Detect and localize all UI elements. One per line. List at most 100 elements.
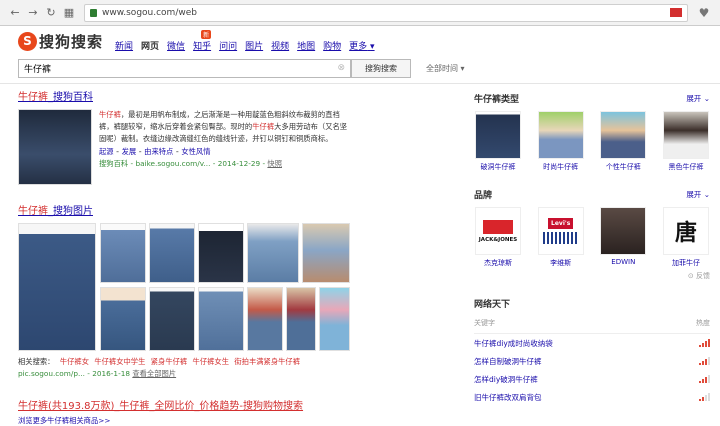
hot-list: 牛仔裤diy成时尚收纳袋 怎样自制破洞牛仔裤怎样diy破洞牛仔裤 旧牛仔裤改双肩背包 xyxy=(474,334,710,406)
image-thumbnail[interactable] xyxy=(302,223,350,283)
title-highlight: 牛仔裤 xyxy=(18,92,48,103)
tab-shopping[interactable]: 购物 xyxy=(323,39,341,52)
expand-link[interactable]: 展开 ⌄ xyxy=(686,189,710,200)
expand-label: 展开 xyxy=(686,190,702,199)
brand-card[interactable]: 唐 加菲牛仔 xyxy=(662,207,710,268)
type-image xyxy=(600,111,647,159)
related-link[interactable]: 街拍丰满紧身牛仔裤 xyxy=(234,357,300,366)
type-card[interactable]: 黑色牛仔裤 xyxy=(662,111,710,172)
sogou-logo[interactable]: S 搜狗搜索 xyxy=(18,31,103,52)
type-card[interactable]: 破洞牛仔裤 xyxy=(474,111,522,172)
type-label: 时尚牛仔裤 xyxy=(543,163,579,171)
result-body: 牛仔裤，最初是用帆布制成，之后渐渐是一种用靛蓝色粗斜纹布裁剪的直裆裤，裤腿较窄，… xyxy=(18,109,458,185)
heat-bars-icon xyxy=(699,339,710,347)
result-title[interactable]: 牛仔裤_搜狗百科 xyxy=(18,92,93,103)
vertical-tabs: 新闻 网页 微信 知乎 新 问问 图片 视频 地图 购物 更多 ▾ xyxy=(115,29,383,52)
image-thumbnail[interactable] xyxy=(198,287,244,351)
result-baike: 牛仔裤_搜狗百科 牛仔裤，最初是用帆布制成，之后渐渐是一种用靛蓝色粗斜纹布裁剪的… xyxy=(18,88,458,185)
types-header: 牛仔裤类型 展开 ⌄ xyxy=(474,92,710,105)
tab-web[interactable]: 网页 xyxy=(141,39,159,52)
sublink[interactable]: 由来特点 xyxy=(144,147,173,156)
time-filter[interactable]: 全部时间 ▾ xyxy=(426,63,465,74)
image-thumbnail[interactable] xyxy=(18,223,96,351)
related-link[interactable]: 牛仔裤女中学生 xyxy=(94,357,145,366)
search-input[interactable]: 牛仔裤 ⊗ xyxy=(18,58,351,78)
forward-icon[interactable]: → xyxy=(24,4,42,22)
tab-video[interactable]: 视频 xyxy=(271,39,289,52)
clear-icon[interactable]: ⊗ xyxy=(337,63,345,73)
tab-more-label: 更多 xyxy=(349,41,368,52)
related-link[interactable]: 紧身牛仔裤 xyxy=(151,357,187,366)
tab-news[interactable]: 新闻 xyxy=(115,39,133,52)
logo-lettering: JACK&JONES xyxy=(478,236,518,243)
heat-bars-icon xyxy=(699,357,710,365)
edwin-image xyxy=(600,207,647,255)
related-link[interactable]: 牛仔裤女生 xyxy=(193,357,229,366)
brand-label: 杰克琼斯 xyxy=(484,259,512,267)
type-card[interactable]: 时尚牛仔裤 xyxy=(537,111,585,172)
tab-zhihu[interactable]: 知乎 新 xyxy=(193,29,212,52)
chevron-down-icon: ▾ xyxy=(370,41,375,52)
view-all-images-link[interactable]: 查看全部图片 xyxy=(132,369,176,378)
type-image xyxy=(662,111,709,159)
tab-more[interactable]: 更多 ▾ xyxy=(349,39,374,52)
address-bar[interactable]: www.sogou.com/web xyxy=(84,3,688,22)
sublink[interactable]: 发展 xyxy=(122,147,137,156)
image-thumbnail[interactable] xyxy=(100,223,146,283)
related-link[interactable]: 牛仔裤女 xyxy=(60,357,89,366)
hot-item[interactable]: 怎样diy破洞牛仔裤 xyxy=(474,370,710,388)
image-thumbnail[interactable] xyxy=(319,287,350,351)
result-description: 牛仔裤，最初是用帆布制成，之后渐渐是一种用靛蓝色粗斜纹布裁剪的直裆裤，裤腿较窄，… xyxy=(99,109,353,145)
extension-flag-icon[interactable] xyxy=(670,8,682,17)
image-thumbnail[interactable] xyxy=(100,287,146,351)
sublink[interactable]: 女性风情 xyxy=(181,147,210,156)
header-divider xyxy=(0,83,720,84)
hot-item-label: 怎样自制破洞牛仔裤 xyxy=(474,356,542,366)
related-text: 紧身牛仔裤 xyxy=(150,357,188,366)
image-thumbnail[interactable] xyxy=(286,287,316,351)
logo-text: 搜狗搜索 xyxy=(39,32,104,51)
tab-images[interactable]: 图片 xyxy=(245,39,263,52)
result-source: pic.sogou.com/p... - 2016-1-18 查看全部图片 xyxy=(18,369,458,379)
hot-item-label: 牛仔裤diy成时尚收纳袋 xyxy=(474,338,553,348)
brand-card[interactable]: EDWIN xyxy=(599,207,647,268)
result-date: - 2016-1-18 xyxy=(87,369,130,378)
type-cards: 破洞牛仔裤 时尚牛仔裤 个性牛仔裤 黑色牛仔裤 xyxy=(474,111,710,172)
hot-item[interactable]: 旧牛仔裤改双肩背包 xyxy=(474,388,710,406)
image-thumbnail[interactable] xyxy=(247,287,283,351)
reload-icon[interactable]: ↻ xyxy=(42,4,60,22)
search-button[interactable]: 搜狗搜索 xyxy=(351,58,411,78)
jeans-thumbnail[interactable] xyxy=(18,109,92,185)
tab-map[interactable]: 地图 xyxy=(297,39,315,52)
tab-weixin[interactable]: 微信 xyxy=(167,39,185,52)
expand-link[interactable]: 展开 ⌄ xyxy=(686,93,710,104)
logo-lettering: Levi's xyxy=(548,218,574,229)
tab-zhihu-label: 知乎 xyxy=(193,41,212,52)
tab-wenwen[interactable]: 问问 xyxy=(219,39,237,52)
hot-item[interactable]: 怎样自制破洞牛仔裤 xyxy=(474,352,710,370)
feedback-link[interactable]: ⊙ 反馈 xyxy=(474,271,710,281)
brand-card[interactable]: JACK&JONES 杰克琼斯 xyxy=(474,207,522,268)
apps-grid-icon[interactable]: ▦ xyxy=(60,4,78,22)
snapshot-link[interactable]: 快照 xyxy=(267,159,282,168)
hot-item[interactable]: 牛仔裤diy成时尚收纳袋 xyxy=(474,334,710,352)
result-date: - 2014-12-29 - xyxy=(212,159,266,168)
type-image xyxy=(537,111,584,159)
image-thumbnail[interactable] xyxy=(149,223,195,283)
brand-card[interactable]: Levi's 李维斯 xyxy=(537,207,585,268)
url-text: www.sogou.com/web xyxy=(102,7,197,18)
favorite-heart-icon[interactable]: ♥ xyxy=(694,6,714,20)
sublink[interactable]: 起源 xyxy=(99,147,114,156)
brands-header: 品牌 展开 ⌄ xyxy=(474,188,710,201)
image-thumbnail[interactable] xyxy=(198,223,244,283)
brand-label: 李维斯 xyxy=(550,259,572,267)
image-thumbnail[interactable] xyxy=(247,223,299,283)
image-grid xyxy=(18,223,350,353)
related-label: 相关搜索： xyxy=(18,357,55,366)
type-card[interactable]: 个性牛仔裤 xyxy=(599,111,647,172)
back-icon[interactable]: ← xyxy=(6,4,24,22)
title-rest: _搜狗图片 xyxy=(48,206,93,217)
result-title[interactable]: 牛仔裤(共193.8万款)_牛仔裤_全网比价_价格趋势-搜狗购物搜索 xyxy=(18,401,303,412)
result-title[interactable]: 牛仔裤_搜狗图片 xyxy=(18,206,93,217)
image-thumbnail[interactable] xyxy=(149,287,195,351)
